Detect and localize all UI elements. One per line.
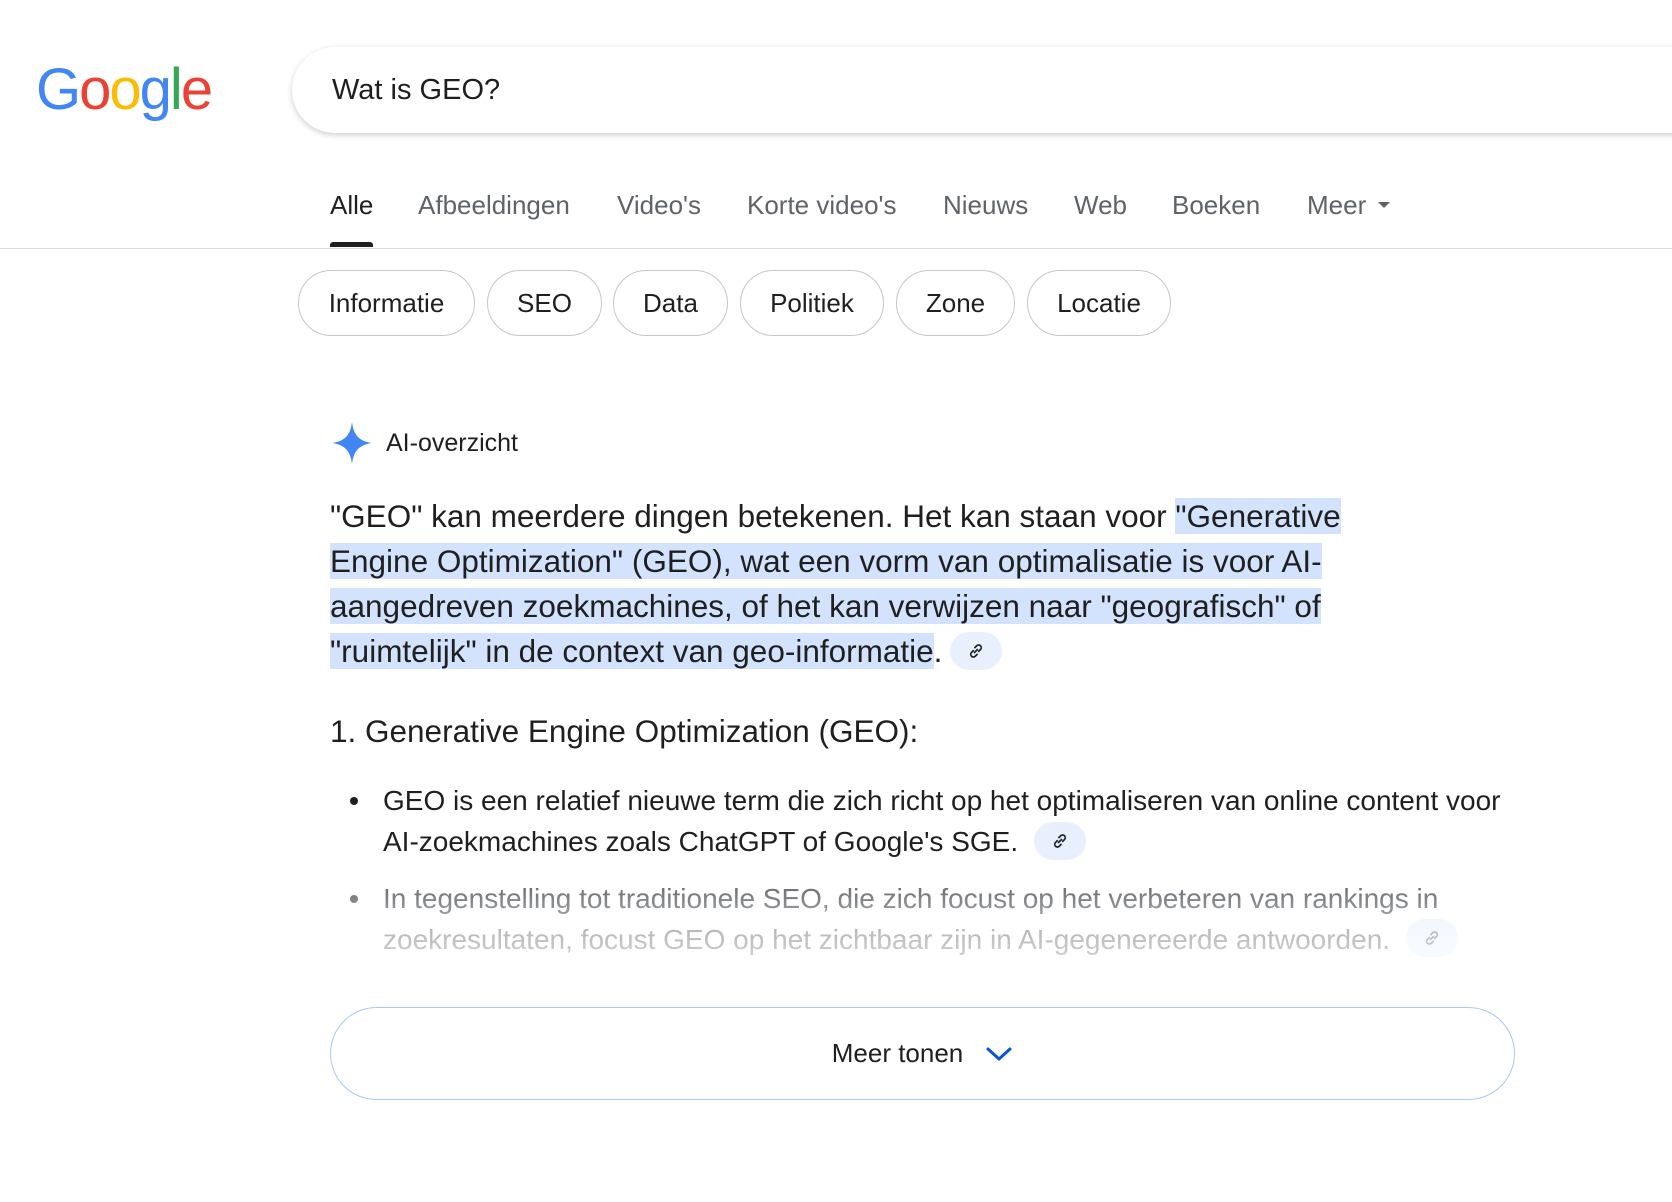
chevron-down-icon <box>986 1047 1012 1060</box>
logo-letter: e <box>180 57 213 122</box>
tab-afbeeldingen[interactable]: Afbeeldingen <box>418 190 570 246</box>
logo-letter: G <box>36 57 81 122</box>
tab-meer[interactable]: Meer <box>1307 190 1391 246</box>
google-logo[interactable]: Google <box>36 50 213 130</box>
source-link-button[interactable] <box>1033 821 1086 860</box>
show-more-label: Meer tonen <box>831 1038 964 1068</box>
ai-overview-label: AI-overzicht <box>386 428 518 457</box>
logo-letter: o <box>79 57 111 122</box>
sparkle-icon <box>332 422 372 464</box>
logo-letter: l <box>169 57 183 122</box>
chip-zone[interactable]: Zone <box>896 270 1015 336</box>
summary-text: "GEO" kan meerdere dingen betekenen. Het… <box>330 498 1176 534</box>
chip-informatie[interactable]: Informatie <box>298 270 475 336</box>
bullet-dot <box>350 797 358 805</box>
bullet-list: GEO is een relatief nieuwe term die zich… <box>330 780 1530 975</box>
list-item: In tegenstelling tot traditionele SEO, d… <box>330 878 1530 961</box>
link-icon <box>1053 833 1066 848</box>
search-tabs: Alle Afbeeldingen Video's Korte video's … <box>0 160 1672 249</box>
bullet-text: GEO is een relatief nieuwe term die zich… <box>383 785 1501 857</box>
tab-meer-label: Meer <box>1307 190 1367 220</box>
search-results-page: Google Alle Afbeeldingen Video's Korte v… <box>0 0 1672 1202</box>
bullet-text: In tegenstelling tot traditionele SEO, d… <box>383 882 1439 955</box>
chip-data[interactable]: Data <box>613 270 728 336</box>
search-box[interactable] <box>292 47 1672 133</box>
caret-down-icon <box>1378 202 1391 209</box>
chip-locatie[interactable]: Locatie <box>1027 270 1171 336</box>
bullet-dot <box>350 894 358 903</box>
tab-alle[interactable]: Alle <box>330 190 374 247</box>
tab-nieuws[interactable]: Nieuws <box>943 190 1028 246</box>
list-item: GEO is een relatief nieuwe term die zich… <box>330 780 1530 863</box>
source-link-button[interactable] <box>1405 919 1458 958</box>
ai-overview-summary: "GEO" kan meerdere dingen betekenen. Het… <box>330 494 1430 674</box>
logo-letter: g <box>139 57 172 122</box>
tab-web[interactable]: Web <box>1074 190 1127 246</box>
summary-suffix: . <box>933 633 943 669</box>
ai-overview-header: AI-overzicht <box>330 420 518 466</box>
section-heading: 1. Generative Engine Optimization (GEO): <box>330 713 919 749</box>
tab-korte-videos[interactable]: Korte video's <box>747 190 897 246</box>
link-icon <box>1425 931 1438 946</box>
show-more-button[interactable]: Meer tonen <box>330 1007 1515 1100</box>
logo-letter: o <box>109 57 141 122</box>
tab-videos[interactable]: Video's <box>617 190 701 246</box>
chip-seo[interactable]: SEO <box>487 270 602 336</box>
chip-politiek[interactable]: Politiek <box>740 270 884 336</box>
search-input[interactable] <box>332 67 1532 113</box>
source-link-button[interactable] <box>950 631 1003 670</box>
tab-boeken[interactable]: Boeken <box>1172 190 1260 246</box>
link-icon <box>970 643 983 658</box>
